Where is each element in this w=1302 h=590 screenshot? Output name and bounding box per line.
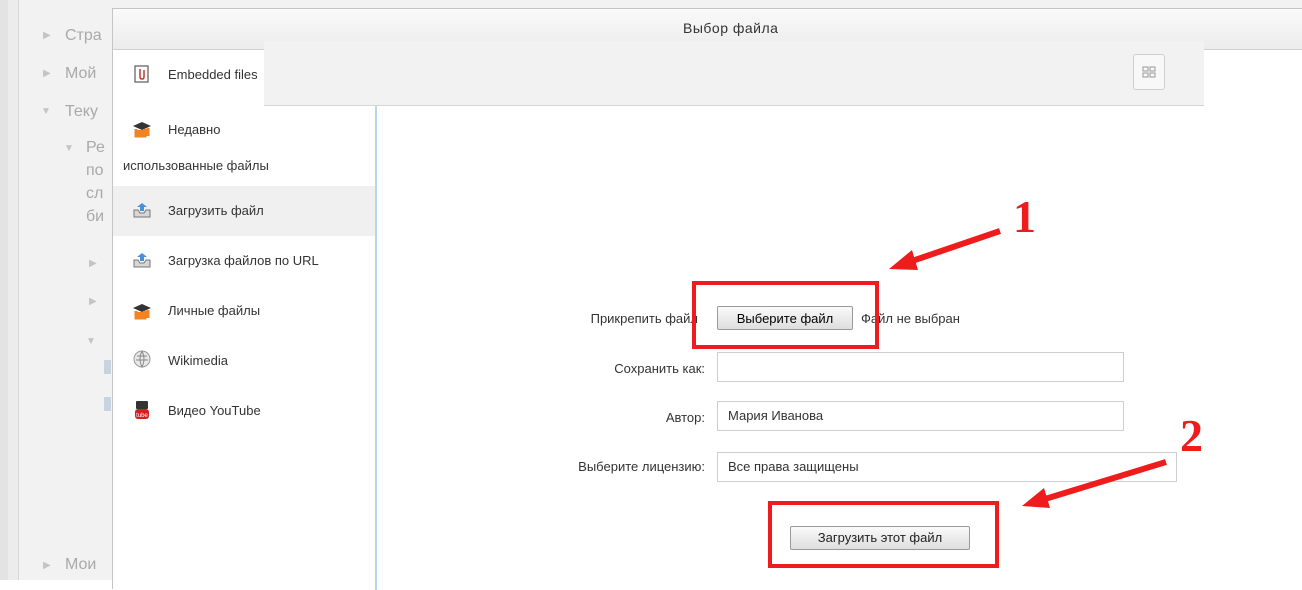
arrow-2 [1022,459,1167,508]
annotation-arrows [889,228,1167,508]
arrow-1 [889,228,1001,270]
